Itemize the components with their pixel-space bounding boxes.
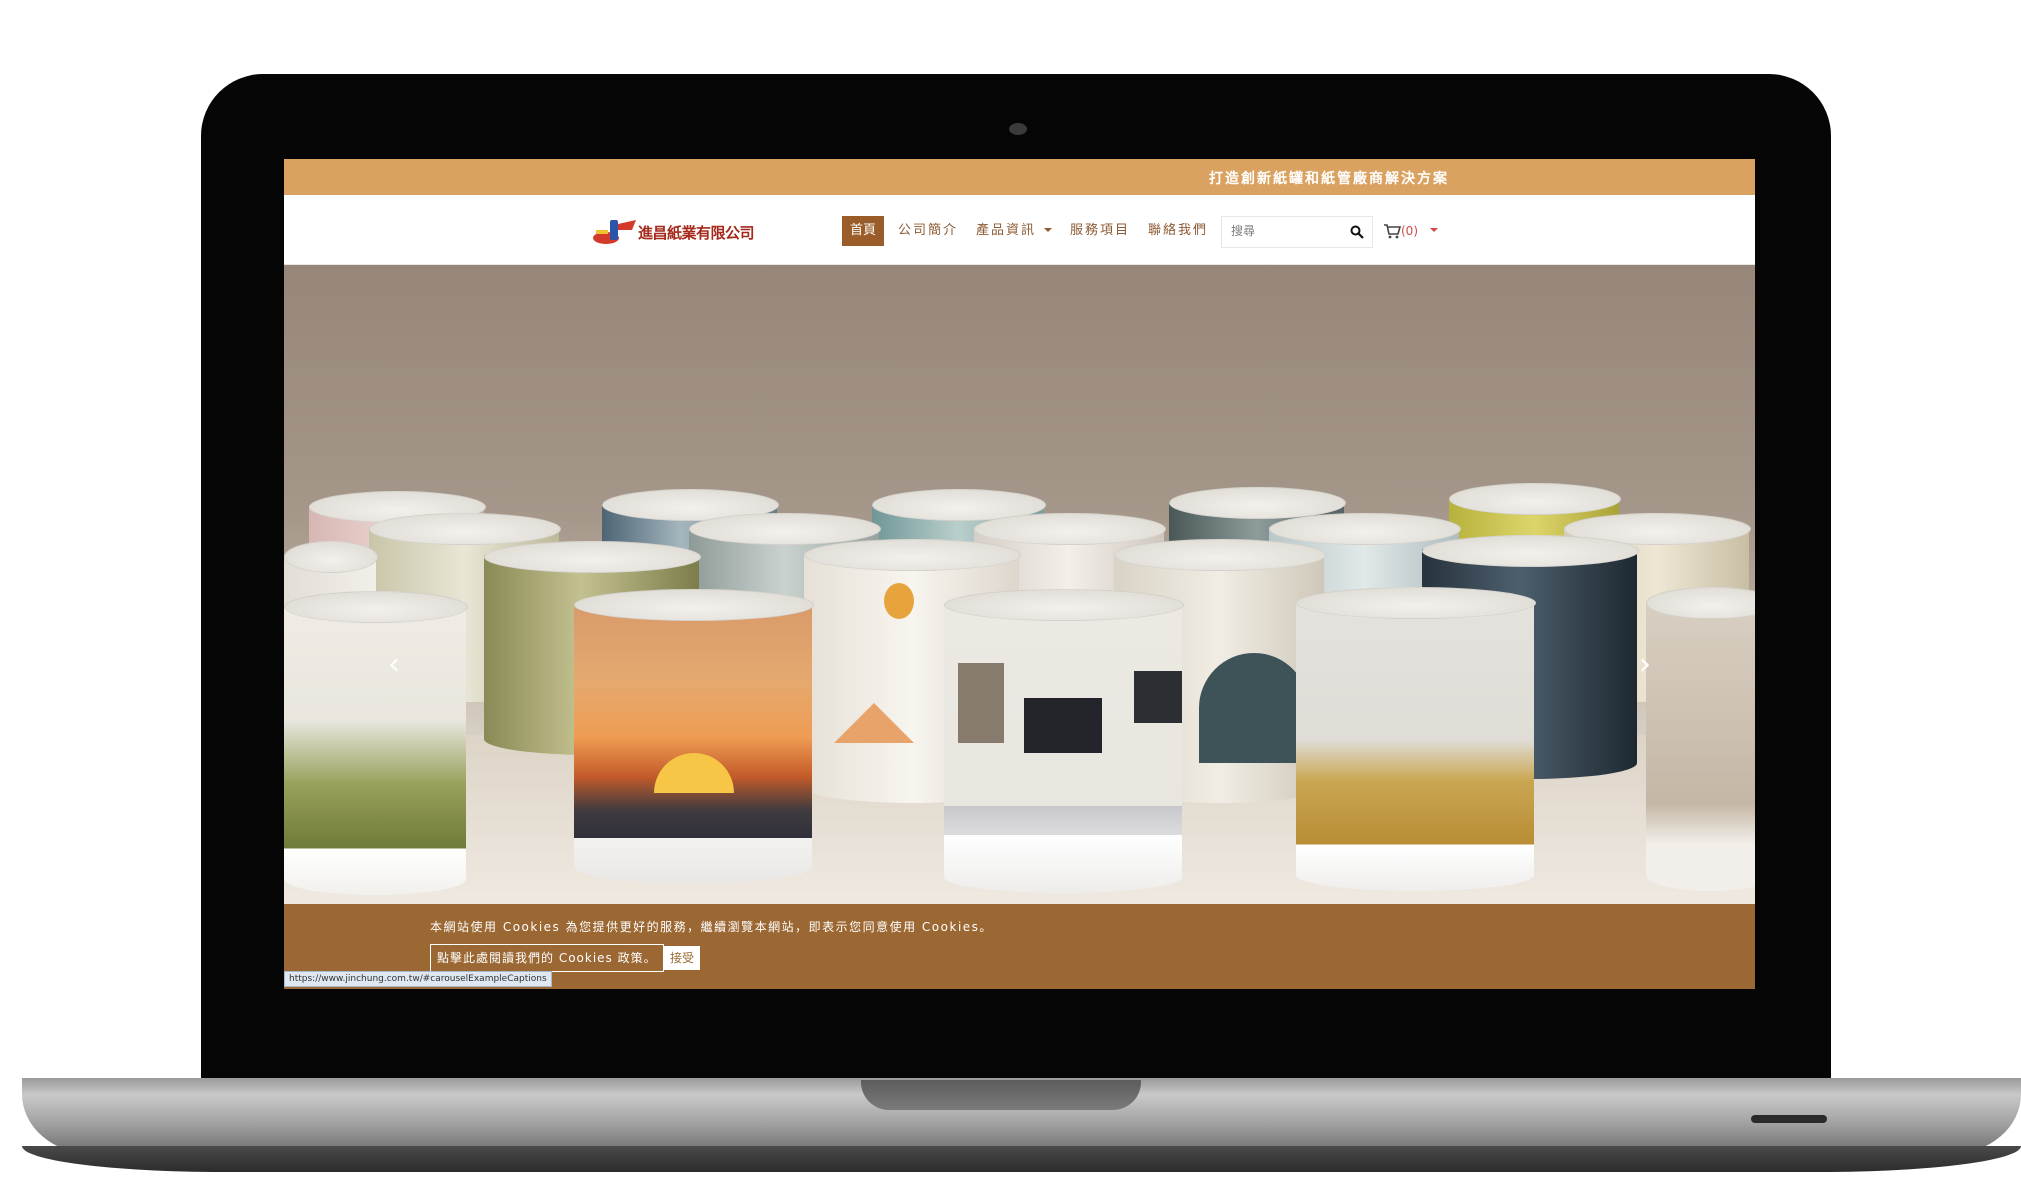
cookie-accept-button[interactable]: 接受 <box>664 946 700 970</box>
cart-caret-icon[interactable] <box>1430 228 1438 232</box>
company-logo[interactable]: 進昌紙業有限公司 <box>592 214 755 248</box>
cart-icon[interactable] <box>1383 223 1401 239</box>
browser-screen: 打造創新紙罐和紙管廠商解決方案 進昌紙業有限公司 首頁 公司簡介 產品資訊 服務… <box>284 159 1755 989</box>
hero-carousel: ‹ › <box>284 265 1755 904</box>
search-box <box>1221 216 1373 248</box>
paper-tube-meadow <box>284 591 468 895</box>
nav-services[interactable]: 服務項目 <box>1070 216 1130 246</box>
paper-tube-wheat <box>1296 587 1536 891</box>
laptop-notch <box>861 1080 1141 1110</box>
logo-mark-icon <box>593 220 636 244</box>
carousel-prev-button[interactable]: ‹ <box>379 645 409 685</box>
search-input[interactable] <box>1223 218 1357 244</box>
cart-count[interactable]: (0) <box>1401 216 1418 246</box>
nav-home[interactable]: 首頁 <box>842 216 884 246</box>
paper-tube-gallery <box>944 589 1184 893</box>
webcam <box>1009 123 1027 135</box>
carousel-next-button[interactable]: › <box>1630 645 1660 685</box>
cookie-message: 本網站使用 Cookies 為您提供更好的服務，繼續瀏覽本網站，即表示您同意使用… <box>430 920 993 934</box>
laptop-base-lip <box>22 1146 2021 1172</box>
top-banner: 打造創新紙罐和紙管廠商解決方案 <box>284 159 1755 195</box>
logo-text: 進昌紙業有限公司 <box>638 224 755 242</box>
banner-tagline: 打造創新紙罐和紙管廠商解決方案 <box>1209 171 1449 187</box>
search-icon[interactable] <box>1350 225 1364 239</box>
navbar: 進昌紙業有限公司 首頁 公司簡介 產品資訊 服務項目 聯絡我們 (0) <box>284 195 1755 265</box>
cookie-policy-link[interactable]: 點擊此處閱讀我們的 Cookies 政策。 <box>430 944 664 972</box>
nav-about[interactable]: 公司簡介 <box>898 216 958 246</box>
paper-tube-sunset <box>574 589 814 883</box>
status-bar-url: https://www.jinchung.com.tw/#carouselExa… <box>284 971 552 987</box>
products-caret-icon[interactable] <box>1044 228 1052 232</box>
nav-products[interactable]: 產品資訊 <box>976 216 1036 246</box>
paper-tube-edge-right <box>1646 587 1755 891</box>
nav-contact[interactable]: 聯絡我們 <box>1148 216 1208 246</box>
laptop-slot <box>1751 1115 1827 1123</box>
